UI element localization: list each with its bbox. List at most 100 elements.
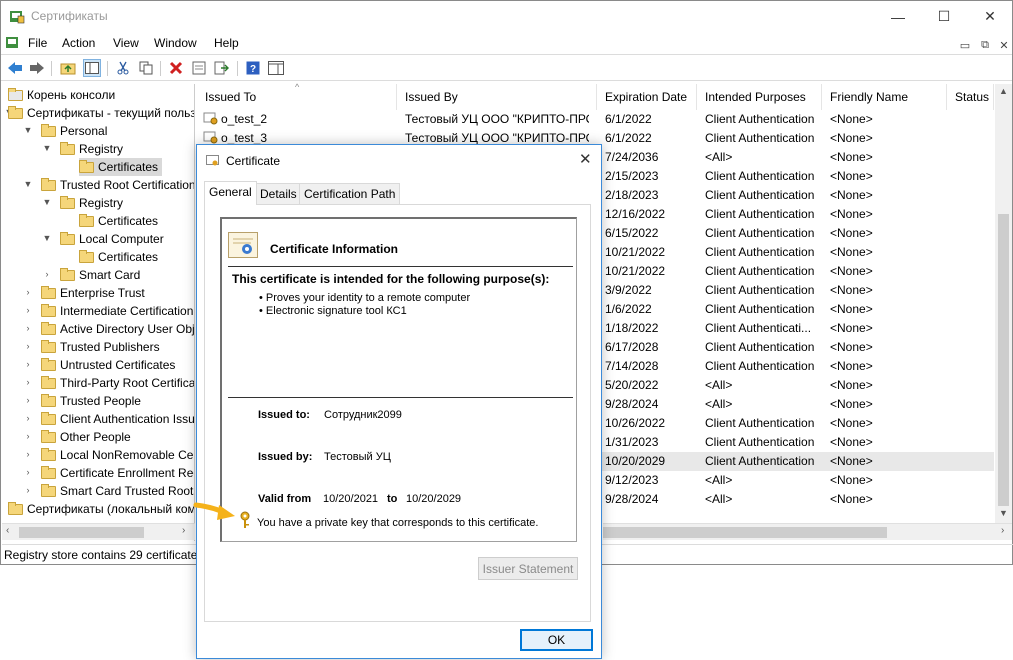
tree-expand-icon[interactable]: › [23,323,33,333]
tree-scroll-thumb[interactable] [19,527,144,538]
scroll-right-icon[interactable]: › [1001,525,1004,536]
column-friendly-name[interactable]: Friendly Name [822,84,947,110]
tree-node[interactable]: Trusted People [41,392,145,410]
folder-icon [41,393,56,407]
tree-node[interactable]: Сертификаты (локальный компьютер) [8,500,195,518]
copy-icon[interactable] [137,59,155,77]
console-icon[interactable] [5,35,21,51]
cell-exp: 10/21/2022 [605,264,666,278]
maximize-button[interactable]: ☐ [921,1,967,32]
tree-expand-icon[interactable]: ▼ [42,197,52,207]
tree-expand-icon[interactable]: › [23,485,33,495]
ok-button[interactable]: OK [520,629,593,651]
tree-node[interactable]: Other People [41,428,135,446]
tree-node[interactable]: Certificates [79,158,163,176]
cut-icon[interactable] [114,59,132,77]
table-row[interactable]: o_test_2 Тестовый УЦ ООО "КРИПТО-ПРО" 6/1/… [197,110,994,129]
minimize-button[interactable]: — [875,1,921,32]
close-button[interactable]: ✕ [967,1,1013,32]
menu-action[interactable]: Action [62,36,95,50]
column-intended-purposes[interactable]: Intended Purposes [697,84,822,110]
menu-help[interactable]: Help [214,36,239,50]
column-status[interactable]: Status [947,84,994,110]
tree-expand-icon[interactable]: ▼ [42,143,52,153]
tree-expand-icon[interactable]: › [23,377,33,387]
cell-name: <None> [830,435,873,449]
menu-view[interactable]: View [113,36,139,50]
forward-arrow-icon[interactable] [28,59,46,77]
export-list-icon[interactable] [213,59,231,77]
tree-node[interactable]: Personal [41,122,111,140]
cell-purpose: Client Authentication [705,131,815,145]
menu-file[interactable]: File [28,36,47,50]
tree-node[interactable]: Trusted Root Certification Authorities [41,176,194,194]
tree-expand-icon[interactable]: › [23,431,33,441]
column-expiration-date[interactable]: Expiration Date [597,84,697,110]
action-pane-icon[interactable] [267,59,285,77]
issuer-statement-button[interactable]: Issuer Statement [478,557,578,580]
help-icon[interactable]: ? [244,59,262,77]
mdi-minimize-button[interactable]: ▭ [956,37,974,53]
tree-node[interactable]: Корень консоли [8,86,119,104]
delete-icon[interactable] [167,59,185,77]
tree-node[interactable]: Trusted Publishers [41,338,164,356]
tree-node[interactable]: Local Computer [60,230,168,248]
column-issued-by[interactable]: Issued By [397,84,597,110]
tree-node[interactable]: Certificate Enrollment Requests [41,464,194,482]
tree-node[interactable]: Registry [60,140,127,158]
tree-expand-icon[interactable]: › [23,341,33,351]
mdi-close-button[interactable]: ✕ [995,37,1013,53]
tree-expand-icon[interactable]: ▼ [23,179,33,189]
scroll-down-icon[interactable]: ▼ [999,508,1008,518]
properties-icon[interactable] [190,59,208,77]
scroll-right-icon[interactable]: › [182,525,185,536]
tree-expand-icon[interactable]: ▼ [23,125,33,135]
tree-node[interactable]: Client Authentication Issuers [41,410,194,428]
scroll-left-icon[interactable]: ‹ [6,525,9,536]
tree-expand-icon[interactable]: › [23,359,33,369]
tree-expand-icon[interactable]: › [23,449,33,459]
tree-node[interactable]: Untrusted Certificates [41,356,179,374]
tab-details[interactable]: Details [255,183,302,205]
tree-node[interactable]: Smart Card [60,266,144,284]
tree-horizontal-scrollbar[interactable]: ‹ › [2,523,195,540]
list-h-scroll-thumb[interactable] [603,527,887,538]
tree-expand-icon[interactable]: › [23,395,33,405]
tree-expand-icon[interactable]: › [23,467,33,477]
list-scroll-thumb[interactable] [998,214,1009,506]
show-tree-icon[interactable] [83,59,101,77]
issued-to-label: Issued to: [258,409,310,421]
menu-window[interactable]: Window [154,36,197,50]
tree-node[interactable]: Active Directory User Object [41,320,194,338]
tree-expand-icon[interactable]: › [42,269,52,279]
tree-node[interactable]: Certificates [79,212,162,230]
cell-name: <None> [830,264,873,278]
valid-to-value: 10/20/2029 [406,493,462,505]
title-bar: Сертификаты — ☐ ✕ [1,1,1012,32]
tree-node-label: Сертификаты (локальный компьютер) [27,502,195,516]
certificate-icon [206,155,219,166]
list-horizontal-scrollbar[interactable]: › [603,523,1012,540]
up-folder-icon[interactable] [59,59,77,77]
tree-node[interactable]: Intermediate Certification Authorities [41,302,194,320]
back-arrow-icon[interactable] [6,59,24,77]
tab-certification-path[interactable]: Certification Path [299,183,401,205]
tree-expand-icon[interactable]: › [23,413,33,423]
tree-node[interactable]: Сертификаты - текущий пользователь [8,104,194,122]
dialog-close-icon[interactable]: ✕ [579,150,592,168]
list-vertical-scrollbar[interactable]: ▲ ▼ [995,84,1012,524]
folder-icon [41,429,56,443]
tree-node[interactable]: Certificates [79,248,162,266]
tree-node[interactable]: Smart Card Trusted Roots [41,482,194,500]
tree-node[interactable]: Third-Party Root Certification Authoriti… [41,374,194,392]
tree-node[interactable]: Local NonRemovable Certificates [41,446,194,464]
cell-exp: 5/20/2022 [605,378,659,392]
tree-expand-icon[interactable]: ▼ [42,233,52,243]
tree-node[interactable]: Enterprise Trust [41,284,149,302]
tree-node[interactable]: Registry [60,194,127,212]
tree-expand-icon[interactable]: › [23,287,33,297]
tree-expand-icon[interactable]: › [23,305,33,315]
scroll-up-icon[interactable]: ▲ [999,86,1008,96]
tab-general[interactable]: General [204,181,257,205]
mdi-restore-button[interactable]: ⧉ [976,37,994,53]
